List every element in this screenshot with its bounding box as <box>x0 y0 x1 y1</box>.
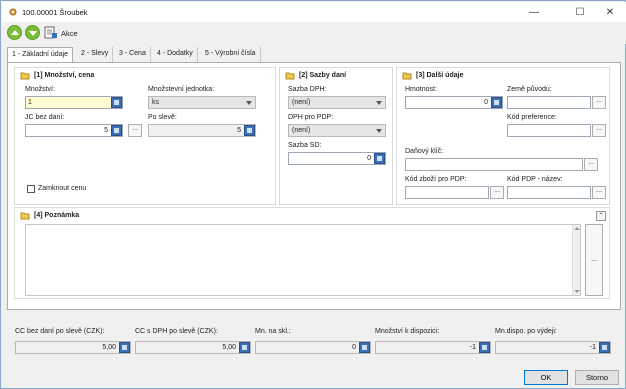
goods-code-more-button[interactable]: ... <box>490 186 504 199</box>
footer-available: -1 <box>375 341 491 354</box>
origin-label: Země původu: <box>507 86 552 93</box>
tax-key-field[interactable] <box>405 158 583 171</box>
group-quantity-price: [1] Množství, cena Množství: 1 Množstevn… <box>14 67 276 205</box>
preference-more-button[interactable]: ... <box>592 124 606 137</box>
group-title: [1] Množství, cena <box>34 72 95 79</box>
note-textarea[interactable] <box>25 224 581 296</box>
group-tax-rates: [2] Sazby daní Sazba DPH: (není) DPH pro… <box>279 67 393 205</box>
tab-supplements[interactable]: 4 - Dodatky <box>153 47 198 62</box>
pdp-code-more-button[interactable]: ... <box>592 186 606 199</box>
calculator-icon[interactable] <box>491 97 502 108</box>
tab-page-basic-info: [1] Množství, cena Množství: 1 Množstevn… <box>7 62 621 310</box>
group-title: [2] Sazby daní <box>299 72 347 79</box>
footer-label-stock-quantity: Mn. na skl.: <box>255 328 291 335</box>
calculator-icon[interactable] <box>111 125 122 136</box>
section-icon <box>402 72 412 80</box>
footer-stock-quantity: 0 <box>255 341 371 354</box>
tab-basic-info[interactable]: 1 - Základní údaje <box>7 47 74 63</box>
group-title: [4] Poznámka <box>34 212 80 219</box>
next-record-icon[interactable] <box>25 25 40 40</box>
maximize-button[interactable]: ☐ <box>568 5 592 21</box>
footer-label-available: Množství k dispozici: <box>375 328 440 335</box>
footer-available-after-issue: -1 <box>495 341 611 354</box>
tab-discounts[interactable]: 2 - Slevy <box>77 47 114 62</box>
calculator-icon[interactable] <box>374 153 385 164</box>
calculator-icon[interactable] <box>244 125 255 136</box>
tab-price[interactable]: 3 - Cena <box>115 47 151 62</box>
title-bar: 100.00001 Šroubek — ☐ ✕ <box>2 2 626 22</box>
previous-record-icon[interactable] <box>7 25 22 40</box>
unit-price-more-button[interactable]: ... <box>128 124 142 137</box>
weight-field[interactable]: 0 <box>405 96 503 109</box>
actions-icon[interactable] <box>44 26 58 39</box>
vat-pdp-select[interactable]: (není) <box>288 124 386 137</box>
calculator-icon[interactable] <box>599 342 610 353</box>
calculator-icon[interactable] <box>111 97 122 108</box>
calculator-icon[interactable] <box>359 342 370 353</box>
unit-price-field[interactable]: 5 <box>25 124 123 137</box>
quantity-field[interactable]: 1 <box>25 96 123 109</box>
lock-price-checkbox[interactable] <box>27 185 35 193</box>
after-discount-label: Po slevě: <box>148 114 177 121</box>
preference-label: Kód preference: <box>507 114 557 121</box>
cancel-button[interactable]: Storno <box>575 370 619 385</box>
vat-rate-label: Sazba DPH: <box>288 86 327 93</box>
calculator-icon[interactable] <box>239 342 250 353</box>
tax-key-label: Daňový klíč: <box>405 148 444 155</box>
pdp-code-label: Kód PDP - název: <box>507 176 563 183</box>
chevron-down-icon <box>376 101 382 105</box>
section-icon <box>20 212 30 220</box>
after-discount-field: 5 <box>148 124 256 137</box>
weight-label: Hmotnost: <box>405 86 437 93</box>
section-icon <box>20 72 30 80</box>
sd-rate-field[interactable]: 0 <box>288 152 386 165</box>
ok-button[interactable]: OK <box>524 370 568 385</box>
collapse-icon[interactable]: ⌃ <box>596 211 606 221</box>
actions-menu[interactable]: Akce <box>61 29 78 38</box>
scrollbar[interactable] <box>572 225 580 295</box>
minimize-button[interactable]: — <box>522 5 546 21</box>
dialog-window: 100.00001 Šroubek — ☐ ✕ Akce 1 - Základn… <box>0 0 626 389</box>
goods-code-label: Kód zboží pro PDP: <box>405 176 467 183</box>
preference-field[interactable] <box>507 124 591 137</box>
tax-key-more-button[interactable]: ... <box>584 158 598 171</box>
origin-field[interactable] <box>507 96 591 109</box>
window-title: 100.00001 Šroubek <box>22 8 88 17</box>
tab-serial-numbers[interactable]: 5 - Výrobní čísla <box>201 47 261 62</box>
note-more-button[interactable]: ... <box>585 224 603 296</box>
calculator-icon[interactable] <box>119 342 130 353</box>
goods-code-field[interactable] <box>405 186 489 199</box>
calculator-icon[interactable] <box>479 342 490 353</box>
pdp-code-field[interactable] <box>507 186 591 199</box>
quantity-label: Množství: <box>25 86 55 93</box>
footer-price-without-tax: 5,00 <box>15 341 131 354</box>
origin-more-button[interactable]: ... <box>592 96 606 109</box>
footer-label-price-without-tax: CC bez daní po slevě (CZK): <box>15 328 105 335</box>
section-icon <box>285 72 295 80</box>
group-title: [3] Další údaje <box>416 72 464 79</box>
group-other-info: [3] Další údaje Hmotnost: 0 Země původu:… <box>396 67 610 205</box>
chevron-down-icon <box>246 101 252 105</box>
footer-price-with-vat: 5,00 <box>135 341 251 354</box>
footer-label-available-after-issue: Mn.dispo. po výdeji: <box>495 328 557 335</box>
sd-rate-label: Sazba SD: <box>288 142 322 149</box>
unit-select[interactable]: ks <box>148 96 256 109</box>
footer-label-price-with-vat: CC s DPH po slevě (CZK): <box>135 328 218 335</box>
app-icon <box>9 8 17 16</box>
chevron-down-icon <box>376 129 382 133</box>
close-button[interactable]: ✕ <box>598 5 622 21</box>
toolbar: Akce <box>2 22 626 44</box>
vat-rate-select[interactable]: (není) <box>288 96 386 109</box>
unit-label: Množstevní jednotka: <box>148 86 215 93</box>
group-note: [4] Poznámka ⌃ ... <box>14 207 610 299</box>
lock-price-label: Zamknout cenu <box>38 185 87 192</box>
vat-pdp-label: DPH pro PDP: <box>288 114 334 121</box>
unit-price-label: JC bez daní: <box>25 114 65 121</box>
